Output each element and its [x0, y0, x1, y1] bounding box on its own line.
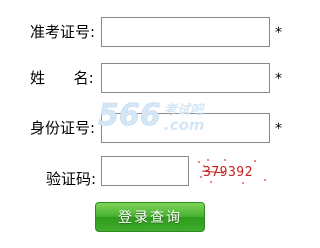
captcha-text: 379392: [203, 165, 253, 180]
login-query-button[interactable]: 登录查询: [95, 202, 205, 232]
name-label: 姓 名:: [30, 69, 94, 87]
exam-id-required-mark: *: [275, 25, 282, 41]
captcha-input[interactable]: [101, 156, 189, 186]
id-card-label: 身份证号:: [30, 119, 96, 137]
captcha-label: 验证码:: [46, 170, 97, 188]
id-card-required-mark: *: [275, 121, 282, 137]
id-card-input[interactable]: [101, 113, 270, 143]
name-input[interactable]: [101, 63, 270, 93]
name-required-mark: *: [275, 71, 282, 87]
exam-id-input[interactable]: [101, 17, 270, 47]
captcha-image[interactable]: 379392: [194, 155, 272, 189]
exam-id-label: 准考证号:: [30, 23, 96, 41]
